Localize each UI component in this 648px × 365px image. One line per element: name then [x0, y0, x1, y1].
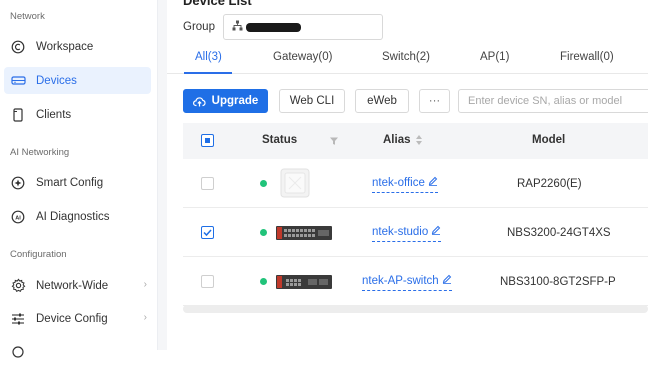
tab-ap[interactable]: AP(1) — [480, 51, 509, 63]
svg-text:AI: AI — [15, 215, 21, 221]
sidebar-item-label: Smart Config — [36, 176, 104, 189]
column-header-status: Status — [262, 134, 298, 146]
online-status-dot — [260, 229, 267, 236]
devices-icon — [10, 73, 26, 89]
chevron-right-icon: › — [143, 312, 147, 323]
sidebar-item-device-config[interactable]: Device Config › — [4, 305, 151, 332]
sidebar-item-label: Network-Wide — [36, 279, 109, 292]
sidebar-section-ai-networking: AI Networking — [10, 147, 70, 158]
row-checkbox[interactable] — [201, 177, 214, 190]
online-status-dot — [260, 278, 267, 285]
tab-gateway[interactable]: Gateway(0) — [273, 51, 332, 63]
sidebar-item-label: Devices — [36, 74, 77, 87]
alias-text: ntek-office — [372, 177, 425, 189]
clients-icon — [10, 107, 26, 123]
sidebar-item-smart-config[interactable]: Smart Config — [4, 169, 151, 196]
table-row[interactable]: ntek-AP-switch NBS3100-8GT2SFP-P — [183, 257, 648, 306]
indeterminate-mark — [205, 138, 210, 143]
search-input[interactable]: Enter device SN, alias or model — [458, 89, 648, 113]
sidebar-section-network: Network — [10, 11, 45, 22]
edit-icon[interactable] — [442, 274, 452, 287]
checkmark-icon — [203, 229, 212, 237]
redacted-group-name — [246, 22, 301, 32]
sidebar-item-ai-diagnostics[interactable]: AI AI Diagnostics — [4, 203, 151, 230]
chevron-right-icon: › — [143, 279, 147, 290]
smart-config-icon — [10, 175, 26, 191]
sliders-icon — [10, 311, 26, 327]
ai-diagnostics-icon: AI — [10, 209, 26, 225]
sidebar-item-label: AI Diagnostics — [36, 210, 110, 223]
gear-icon — [10, 278, 26, 294]
column-header-model: Model — [532, 134, 566, 146]
upgrade-button[interactable]: Upgrade — [183, 89, 268, 113]
switch-device-image — [276, 225, 332, 244]
cloud-upload-icon — [192, 96, 206, 107]
network-tree-icon — [232, 20, 243, 34]
more-button[interactable]: ··· — [419, 89, 450, 113]
device-type-tabs: All(3) Gateway(0) Switch(2) AP(1) Firewa… — [167, 46, 648, 74]
table-header: Status Alias Model — [183, 123, 648, 159]
tab-switch[interactable]: Switch(2) — [382, 51, 430, 63]
alias-text: ntek-studio — [372, 226, 429, 238]
active-tab-indicator — [184, 72, 232, 74]
sort-icon[interactable] — [415, 134, 423, 149]
ap-device-image — [280, 168, 310, 201]
sidebar-item-label: Clients — [36, 108, 72, 121]
device-model: NBS3200-24GT4XS — [507, 227, 611, 239]
sidebar-item-devices[interactable]: Devices — [4, 67, 151, 94]
switch-device-image — [276, 274, 332, 293]
device-list-panel: Device List Group All(3) Gateway(0) Swit… — [167, 0, 648, 350]
device-alias-link[interactable]: ntek-office — [372, 176, 439, 193]
web-cli-button[interactable]: Web CLI — [279, 89, 345, 113]
device-model: NBS3100-8GT2SFP-P — [500, 276, 616, 288]
device-alias-link[interactable]: ntek-AP-switch — [362, 274, 452, 291]
partial-item-icon — [10, 344, 26, 360]
row-checkbox[interactable] — [201, 275, 214, 288]
alias-text: ntek-AP-switch — [362, 275, 439, 287]
edit-icon[interactable] — [428, 176, 438, 189]
main-area: Device List Group All(3) Gateway(0) Swit… — [158, 0, 648, 350]
device-alias-link[interactable]: ntek-studio — [372, 225, 442, 242]
upgrade-label: Upgrade — [211, 95, 259, 107]
row-checkbox[interactable] — [201, 226, 214, 239]
filter-icon[interactable] — [329, 135, 339, 149]
column-header-alias[interactable]: Alias — [383, 134, 411, 146]
sidebar-item-clients[interactable]: Clients — [4, 101, 151, 128]
select-all-checkbox[interactable] — [201, 134, 214, 147]
sidebar-item-label: Device Config — [36, 312, 108, 325]
sidebar-item-partial[interactable] — [4, 338, 151, 365]
horizontal-scrollbar[interactable] — [183, 305, 648, 313]
device-model: RAP2260(E) — [517, 178, 582, 190]
sidebar-item-label: Workspace — [36, 40, 94, 53]
tab-firewall[interactable]: Firewall(0) — [560, 51, 614, 63]
edit-icon[interactable] — [431, 225, 441, 238]
eweb-button[interactable]: eWeb — [355, 89, 409, 113]
table-row[interactable]: ntek-office RAP2260(E) — [183, 159, 648, 208]
sidebar-section-configuration: Configuration — [10, 249, 67, 260]
online-status-dot — [260, 180, 267, 187]
tab-all[interactable]: All(3) — [195, 51, 222, 63]
group-label: Group — [183, 21, 215, 33]
workspace-icon — [10, 39, 26, 55]
sidebar: Network Workspace Devices Clients AI Net… — [0, 0, 158, 358]
sidebar-item-workspace[interactable]: Workspace — [4, 33, 151, 60]
page-title: Device List — [183, 0, 252, 8]
table-row[interactable]: ntek-studio NBS3200-24GT4XS — [183, 208, 648, 257]
group-selector[interactable] — [223, 14, 383, 40]
sidebar-item-network-wide[interactable]: Network-Wide › — [4, 272, 151, 299]
